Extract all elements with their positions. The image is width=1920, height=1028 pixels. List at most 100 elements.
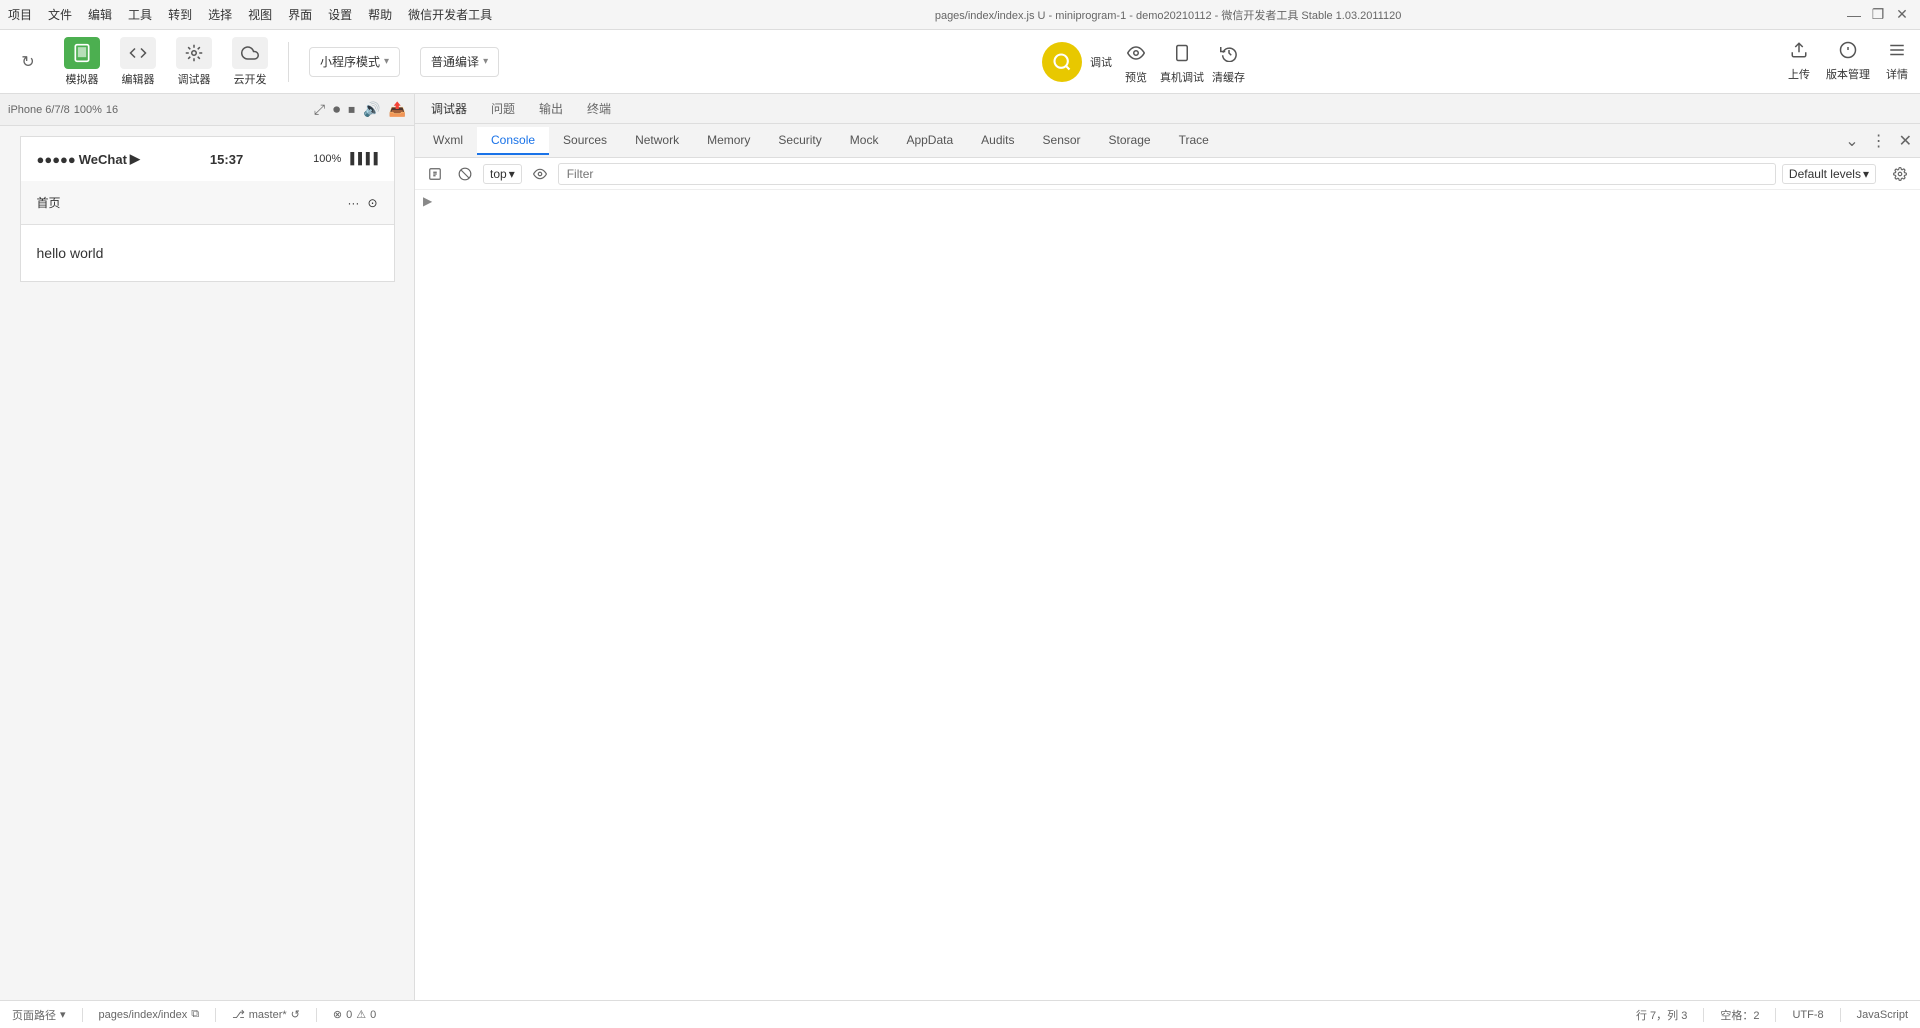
inspect-toggle-button[interactable] [423,162,447,186]
sync-icon[interactable]: ↺ [291,1008,300,1021]
tabs-close-icon[interactable]: ✕ [1895,127,1916,155]
tab-mock[interactable]: Mock [836,127,893,155]
detail-label: 详情 [1886,66,1908,82]
preview-button[interactable]: 预览 [1120,39,1152,85]
signal-dots: ●●●●● [37,152,76,167]
tabs-chevron-icon[interactable]: ⌄ [1841,127,1862,155]
mode-arrow-icon: ▾ [384,56,389,67]
menu-devtools[interactable]: 微信开发者工具 [408,6,492,23]
sim-controls[interactable]: ⤢ ⏺ ⏹ 🔊 📤 [314,101,406,118]
simulator-tool[interactable]: 模拟器 [64,37,100,87]
devtools-tab-issues[interactable]: 问题 [483,96,523,121]
console-expand-arrow[interactable]: ▶ [415,190,1920,212]
path-arrow-icon[interactable]: ▾ [60,1008,66,1021]
tabs-more-icon[interactable]: ⋮ [1867,127,1891,155]
upload-button[interactable]: 上传 [1788,41,1810,82]
compile-dropdown[interactable]: 普通编译 ▾ [420,47,499,77]
menu-view[interactable]: 视图 [248,6,272,23]
carrier-name: WeChat [79,152,127,167]
error-icon: ⊗ [333,1008,342,1021]
scale-num: 16 [106,104,118,116]
eye-button[interactable] [528,162,552,186]
devtools-tab-debugger[interactable]: 调试器 [423,96,475,121]
maximize-button[interactable]: ❐ [1868,5,1888,25]
filter-input[interactable] [558,163,1776,185]
close-button[interactable]: ✕ [1892,5,1912,25]
console-content: ▶ [415,190,1920,1000]
upload-label: 上传 [1788,66,1810,82]
devtools-tab-terminal[interactable]: 终端 [579,96,619,121]
refresh-button[interactable]: ↻ [12,46,44,78]
menu-edit[interactable]: 编辑 [88,6,112,23]
menu-bar[interactable]: 项目 文件 编辑 工具 转到 选择 视图 界面 设置 帮助 微信开发者工具 [8,6,492,23]
simulator-panel: iPhone 6/7/8 100% 16 ⤢ ⏺ ⏹ 🔊 📤 ●●●●● WeC… [0,94,415,1000]
minimize-button[interactable]: — [1844,5,1864,25]
copy-path-icon[interactable]: ⧉ [191,1008,199,1021]
home-icon[interactable]: ⊙ [367,196,377,210]
version-button[interactable]: 版本管理 [1826,41,1870,82]
menu-select[interactable]: 选择 [208,6,232,23]
levels-dropdown[interactable]: Default levels ▾ [1782,164,1876,184]
more-icon[interactable]: ··· [347,196,359,210]
record-icon[interactable]: ⏺ [333,101,340,118]
hello-world-text: hello world [37,245,104,261]
context-arrow-icon: ▾ [509,167,515,181]
stop-icon[interactable]: ⏹ [348,101,355,118]
language-section: JavaScript [1857,1009,1908,1021]
mode-dropdown[interactable]: 小程序模式 ▾ [309,47,400,77]
cloud-tool[interactable]: 云开发 [232,37,268,87]
detail-button[interactable]: 详情 [1886,41,1908,82]
editor-icon[interactable] [120,37,156,69]
volume-icon[interactable]: 🔊 [363,101,380,118]
cloud-label: 云开发 [234,71,267,87]
menu-help[interactable]: 帮助 [368,6,392,23]
row-col-text: 行 7，列 3 [1636,1007,1687,1023]
prohibit-button[interactable] [453,162,477,186]
device-debug-label: 真机调试 [1160,69,1204,85]
encoding-text: UTF-8 [1792,1009,1823,1021]
debugger-tool[interactable]: 调试器 [176,37,212,87]
cloud-icon[interactable] [232,37,268,69]
clear-cache-button[interactable]: 清缓存 [1212,39,1245,85]
tab-wxml[interactable]: Wxml [419,127,477,155]
encoding-section: UTF-8 [1792,1009,1823,1021]
editor-tool[interactable]: 编辑器 [120,37,156,87]
menu-tools[interactable]: 工具 [128,6,152,23]
context-selector[interactable]: top ▾ [483,164,522,184]
phone-status-bar: ●●●●● WeChat ▶ 15:37 100% ▐▐▐▐ [21,137,394,181]
nav-right-icons[interactable]: ··· ⊙ [347,196,377,210]
tab-audits[interactable]: Audits [967,127,1028,155]
tab-security[interactable]: Security [764,127,835,155]
path-section[interactable]: 页面路径 ▾ [12,1007,66,1023]
debug-circle-button[interactable] [1042,42,1082,82]
tab-appdata[interactable]: AppData [892,127,967,155]
settings-button[interactable] [1888,162,1912,186]
devtools-tabs: Wxml Console Sources Network Memory Secu… [415,124,1920,158]
tab-console[interactable]: Console [477,127,549,155]
tab-sensor[interactable]: Sensor [1029,127,1095,155]
simulator-icon[interactable] [64,37,100,69]
rotate-icon[interactable]: ⤢ [314,101,325,118]
mode-label: 小程序模式 [320,53,380,70]
tab-storage[interactable]: Storage [1095,127,1165,155]
battery-pct: 100% [313,153,341,165]
debugger-icon[interactable] [176,37,212,69]
menu-settings[interactable]: 设置 [328,6,352,23]
tab-sources[interactable]: Sources [549,127,621,155]
share-icon[interactable]: 📤 [389,101,406,118]
menu-project[interactable]: 项目 [8,6,32,23]
levels-arrow-icon: ▾ [1863,167,1869,181]
status-sep-6 [1840,1008,1841,1022]
menu-file[interactable]: 文件 [48,6,72,23]
menu-interface[interactable]: 界面 [288,6,312,23]
window-controls[interactable]: — ❐ ✕ [1844,5,1912,25]
simulator-label: 模拟器 [66,71,99,87]
warning-icon: ⚠ [356,1008,366,1021]
tab-network[interactable]: Network [621,127,693,155]
device-debug-button[interactable]: 真机调试 [1160,39,1204,85]
tab-trace[interactable]: Trace [1165,127,1223,155]
menu-goto[interactable]: 转到 [168,6,192,23]
tab-memory[interactable]: Memory [693,127,764,155]
phone-mockup: ●●●●● WeChat ▶ 15:37 100% ▐▐▐▐ 首页 ··· ⊙ [20,136,395,282]
devtools-tab-output[interactable]: 输出 [531,96,571,121]
